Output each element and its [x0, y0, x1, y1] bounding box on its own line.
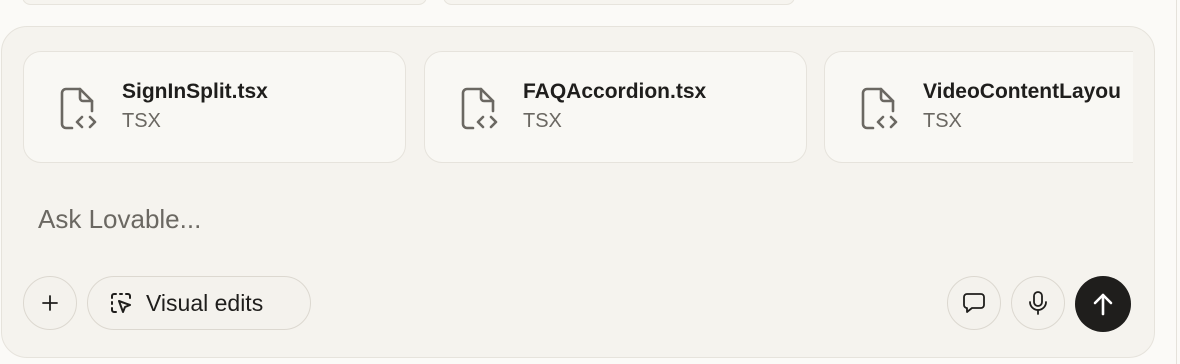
attachment-name: SignInSplit.tsx [122, 80, 268, 103]
code-file-icon [60, 87, 97, 130]
code-file-icon [461, 87, 498, 130]
attachment-name: VideoContentLayou [923, 80, 1121, 103]
chat-mode-button[interactable] [947, 276, 1001, 330]
prompt-input[interactable] [38, 199, 938, 239]
attachment-name: FAQAccordion.tsx [523, 80, 707, 103]
attachment-card[interactable]: VideoContentLayou TSX [824, 51, 1133, 163]
attachment-type: TSX [523, 110, 562, 132]
chat-composer: SignInSplit.tsx TSX FAQAccordion.tsx TSX [1, 26, 1155, 358]
attachment-type: TSX [923, 110, 962, 132]
panel-divider [1176, 0, 1180, 364]
visual-edits-button[interactable]: Visual edits [87, 276, 311, 330]
send-button[interactable] [1075, 276, 1131, 332]
attachment-card[interactable]: FAQAccordion.tsx TSX [424, 51, 807, 163]
arrow-up-icon [1093, 293, 1113, 316]
microphone-icon [1029, 291, 1047, 315]
page: SignInSplit.tsx TSX FAQAccordion.tsx TSX [0, 0, 1180, 364]
previous-card-edge [443, 0, 795, 5]
attachments-row[interactable]: SignInSplit.tsx TSX FAQAccordion.tsx TSX [23, 51, 1133, 163]
code-file-icon [861, 87, 898, 130]
attachment-type: TSX [122, 110, 161, 132]
add-button[interactable] [23, 276, 77, 330]
chat-bubble-icon [963, 293, 985, 313]
plus-icon [42, 295, 58, 311]
visual-edits-label: Visual edits [146, 289, 264, 316]
previous-card-edge [22, 0, 427, 5]
cursor-select-icon [111, 293, 131, 313]
microphone-button[interactable] [1011, 276, 1065, 330]
attachment-card[interactable]: SignInSplit.tsx TSX [23, 51, 406, 163]
